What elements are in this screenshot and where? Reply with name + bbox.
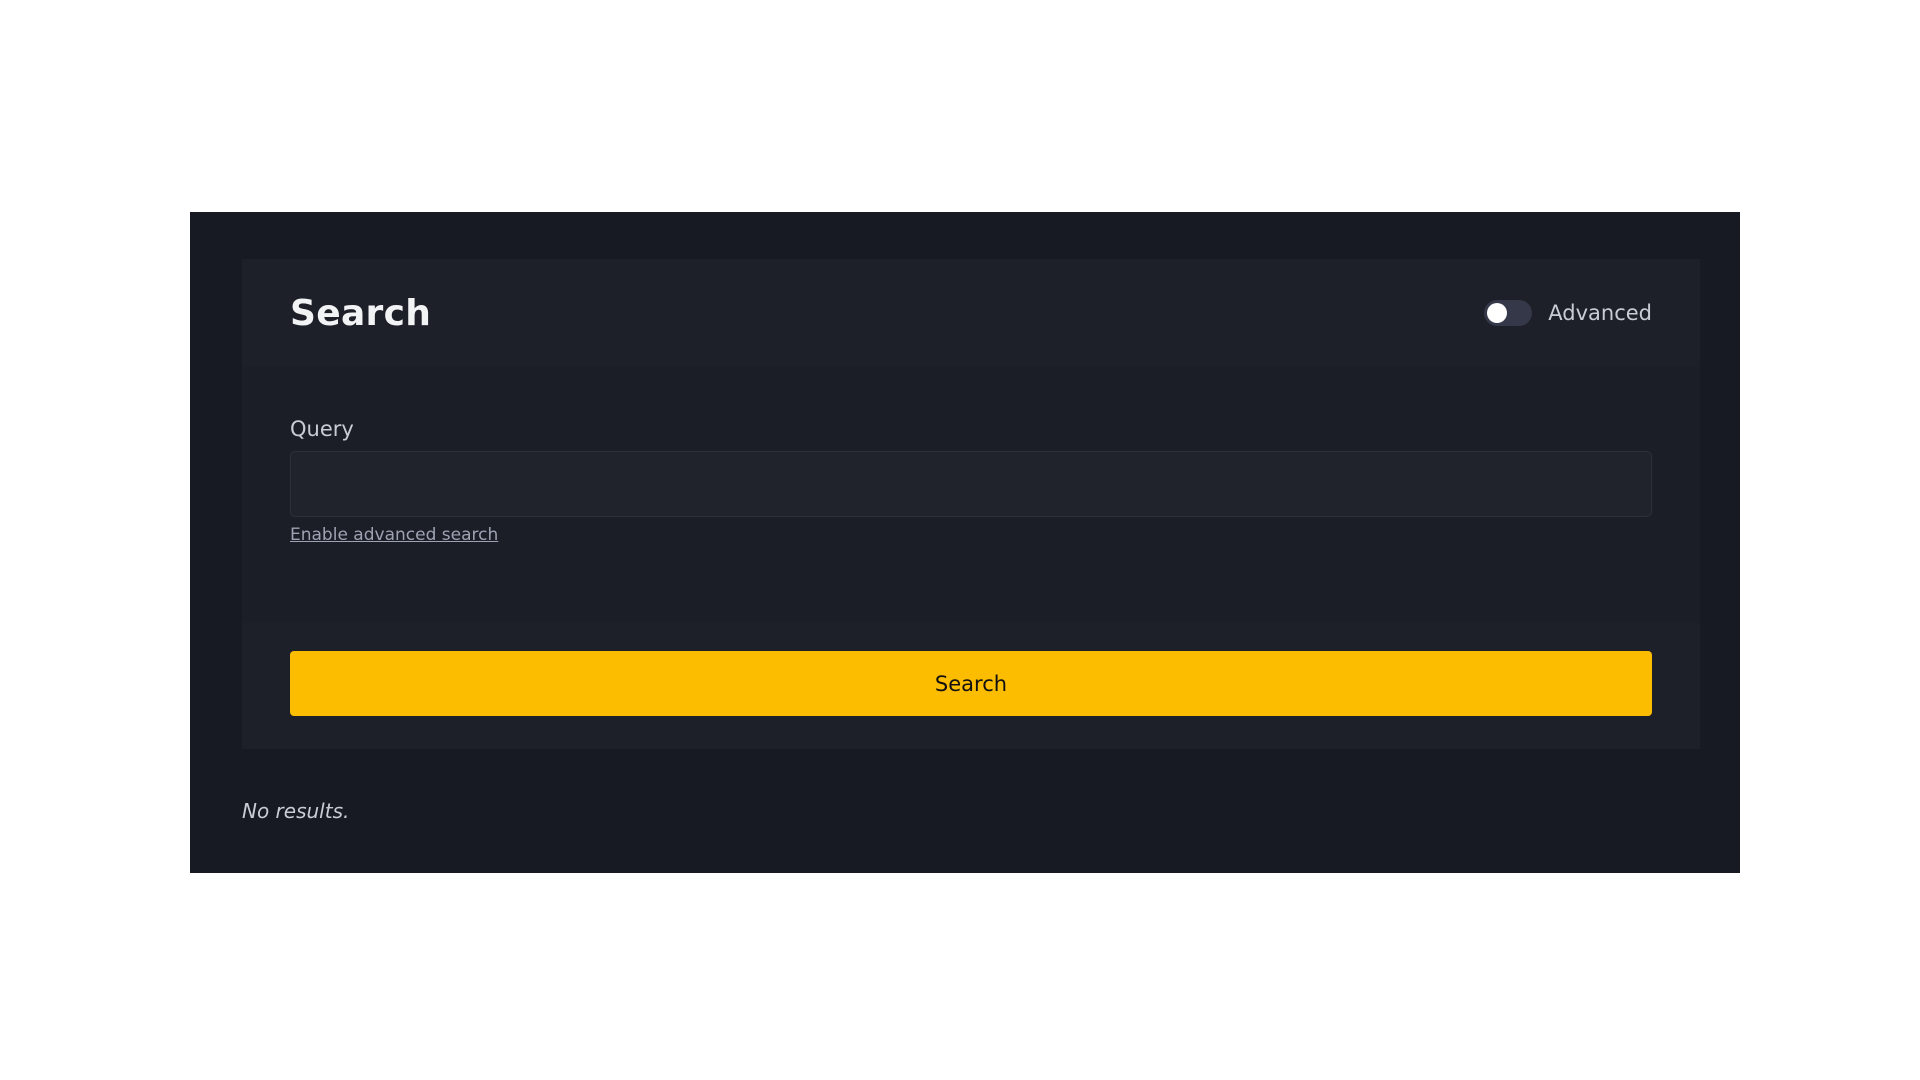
- search-card-body: Query Enable advanced search: [242, 367, 1700, 623]
- search-card: Search Advanced Query Enable advanced se…: [242, 259, 1700, 749]
- no-results-message: No results.: [242, 799, 350, 823]
- advanced-toggle-label[interactable]: Advanced: [1548, 301, 1652, 325]
- query-input[interactable]: [290, 451, 1652, 517]
- query-label: Query: [290, 417, 354, 441]
- app-window: Search Advanced Query Enable advanced se…: [190, 210, 1740, 873]
- logo-icon: [213, 204, 272, 218]
- advanced-toggle-group[interactable]: Advanced: [1484, 300, 1652, 326]
- toggle-knob: [1487, 303, 1508, 323]
- page-title: Search: [290, 292, 432, 334]
- search-button[interactable]: Search: [290, 651, 1652, 716]
- search-card-footer: Search: [242, 623, 1700, 749]
- search-card-header: Search Advanced: [242, 259, 1700, 367]
- enable-advanced-search-link[interactable]: Enable advanced search: [290, 525, 498, 545]
- advanced-toggle[interactable]: [1484, 300, 1533, 326]
